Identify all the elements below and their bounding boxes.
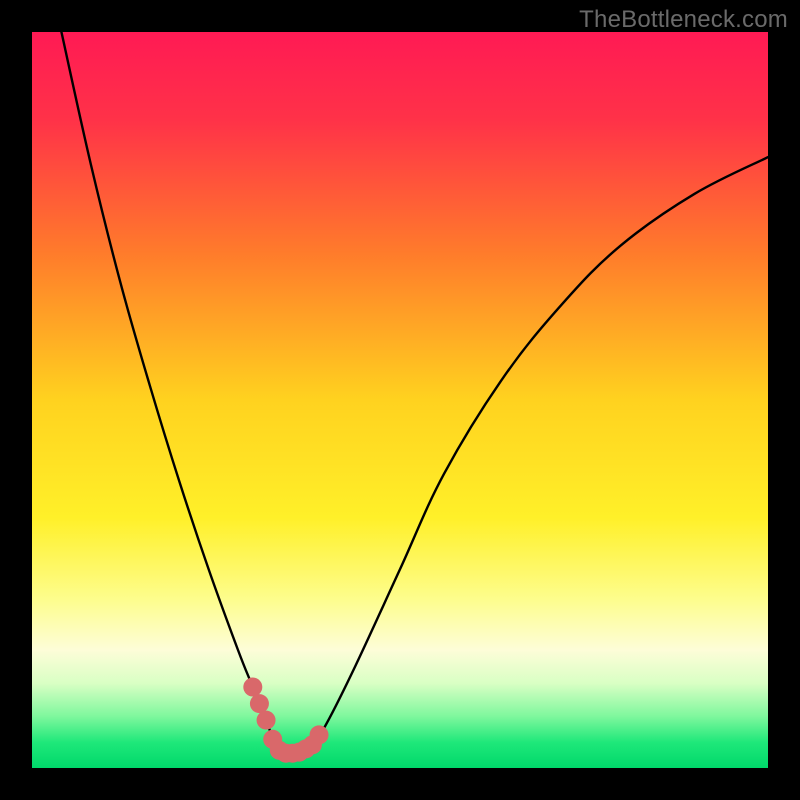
highlight-dot (250, 694, 269, 713)
highlight-dot (243, 678, 262, 697)
chart-frame: TheBottleneck.com (0, 0, 800, 800)
highlight-dot (257, 711, 276, 730)
highlight-dot (310, 725, 329, 744)
plot-area (32, 32, 768, 768)
watermark-text: TheBottleneck.com (579, 6, 788, 34)
bottleneck-curve (32, 32, 768, 768)
